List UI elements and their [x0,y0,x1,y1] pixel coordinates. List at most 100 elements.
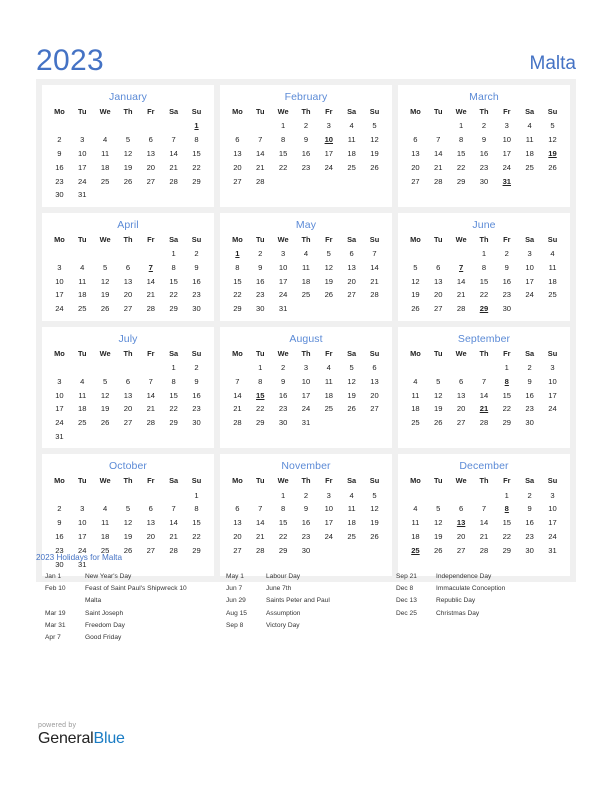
day-cell[interactable]: 7 [473,374,496,388]
day-cell[interactable]: 14 [226,388,249,402]
day-cell[interactable]: 10 [495,133,518,147]
day-cell[interactable]: 18 [94,530,117,544]
day-cell[interactable]: 23 [518,530,541,544]
day-cell[interactable]: 20 [117,402,140,416]
day-cell[interactable]: 23 [518,402,541,416]
day-cell[interactable]: 11 [94,147,117,161]
day-cell[interactable]: 26 [427,416,450,430]
day-cell[interactable]: 13 [404,147,427,161]
day-cell[interactable]: 11 [71,388,94,402]
day-cell[interactable]: 25 [71,302,94,316]
day-cell[interactable]: 24 [495,160,518,174]
day-cell[interactable]: 10 [71,516,94,530]
day-cell[interactable]: 5 [404,260,427,274]
day-cell[interactable]: 1 [450,119,473,133]
day-cell[interactable]: 8 [473,260,496,274]
day-cell[interactable]: 4 [404,374,427,388]
day-cell[interactable]: 3 [541,361,564,375]
day-cell[interactable]: 17 [48,288,71,302]
day-cell[interactable]: 3 [518,247,541,261]
day-cell[interactable]: 18 [518,147,541,161]
day-cell[interactable]: 26 [363,160,386,174]
day-cell[interactable]: 8 [272,133,295,147]
day-cell-holiday[interactable]: 7 [139,260,162,274]
day-cell[interactable]: 6 [404,133,427,147]
day-cell[interactable]: 14 [249,516,272,530]
day-cell[interactable]: 2 [518,488,541,502]
day-cell[interactable]: 17 [272,274,295,288]
day-cell[interactable]: 6 [427,260,450,274]
day-cell[interactable]: 26 [541,160,564,174]
day-cell[interactable]: 16 [295,516,318,530]
day-cell[interactable]: 22 [249,402,272,416]
day-cell[interactable]: 27 [117,302,140,316]
day-cell[interactable]: 25 [317,402,340,416]
day-cell[interactable]: 25 [295,288,318,302]
day-cell[interactable]: 31 [71,188,94,202]
day-cell[interactable]: 9 [295,502,318,516]
day-cell[interactable]: 10 [518,260,541,274]
day-cell-holiday[interactable]: 8 [495,502,518,516]
day-cell[interactable]: 16 [185,388,208,402]
day-cell[interactable]: 10 [541,374,564,388]
day-cell[interactable]: 9 [185,260,208,274]
day-cell[interactable]: 25 [541,288,564,302]
day-cell[interactable]: 25 [340,530,363,544]
day-cell[interactable]: 22 [162,402,185,416]
day-cell[interactable]: 2 [185,247,208,261]
day-cell[interactable]: 20 [450,530,473,544]
day-cell[interactable]: 15 [272,147,295,161]
day-cell[interactable]: 1 [162,361,185,375]
day-cell[interactable]: 20 [117,288,140,302]
day-cell[interactable]: 29 [450,174,473,188]
day-cell[interactable]: 19 [117,530,140,544]
day-cell[interactable]: 22 [450,160,473,174]
day-cell[interactable]: 24 [272,288,295,302]
day-cell[interactable]: 18 [340,147,363,161]
day-cell[interactable]: 2 [518,361,541,375]
day-cell[interactable]: 22 [185,160,208,174]
day-cell[interactable]: 14 [139,388,162,402]
day-cell[interactable]: 28 [363,288,386,302]
day-cell[interactable]: 11 [518,133,541,147]
day-cell[interactable]: 21 [450,288,473,302]
day-cell[interactable]: 8 [162,374,185,388]
day-cell[interactable]: 27 [427,302,450,316]
day-cell[interactable]: 12 [117,147,140,161]
day-cell[interactable]: 15 [226,274,249,288]
day-cell[interactable]: 6 [226,502,249,516]
day-cell[interactable]: 1 [185,488,208,502]
day-cell[interactable]: 15 [162,388,185,402]
day-cell[interactable]: 3 [495,119,518,133]
day-cell[interactable]: 31 [272,302,295,316]
day-cell[interactable]: 12 [427,516,450,530]
day-cell[interactable]: 3 [317,119,340,133]
day-cell[interactable]: 14 [427,147,450,161]
day-cell[interactable]: 20 [226,530,249,544]
day-cell[interactable]: 11 [541,260,564,274]
day-cell[interactable]: 22 [185,530,208,544]
day-cell[interactable]: 2 [48,502,71,516]
day-cell[interactable]: 30 [185,416,208,430]
day-cell[interactable]: 18 [541,274,564,288]
day-cell[interactable]: 13 [340,260,363,274]
day-cell[interactable]: 16 [48,530,71,544]
day-cell[interactable]: 9 [272,374,295,388]
day-cell[interactable]: 29 [495,416,518,430]
day-cell[interactable]: 3 [317,488,340,502]
day-cell-holiday[interactable]: 19 [541,147,564,161]
day-cell[interactable]: 27 [404,174,427,188]
day-cell[interactable]: 5 [427,502,450,516]
day-cell[interactable]: 22 [495,530,518,544]
day-cell[interactable]: 13 [117,388,140,402]
day-cell[interactable]: 1 [495,488,518,502]
day-cell[interactable]: 26 [94,302,117,316]
day-cell[interactable]: 6 [117,374,140,388]
day-cell[interactable]: 21 [363,274,386,288]
day-cell[interactable]: 3 [295,361,318,375]
day-cell[interactable]: 16 [272,388,295,402]
day-cell[interactable]: 10 [317,502,340,516]
day-cell[interactable]: 16 [473,147,496,161]
day-cell[interactable]: 13 [117,274,140,288]
day-cell[interactable]: 9 [48,516,71,530]
